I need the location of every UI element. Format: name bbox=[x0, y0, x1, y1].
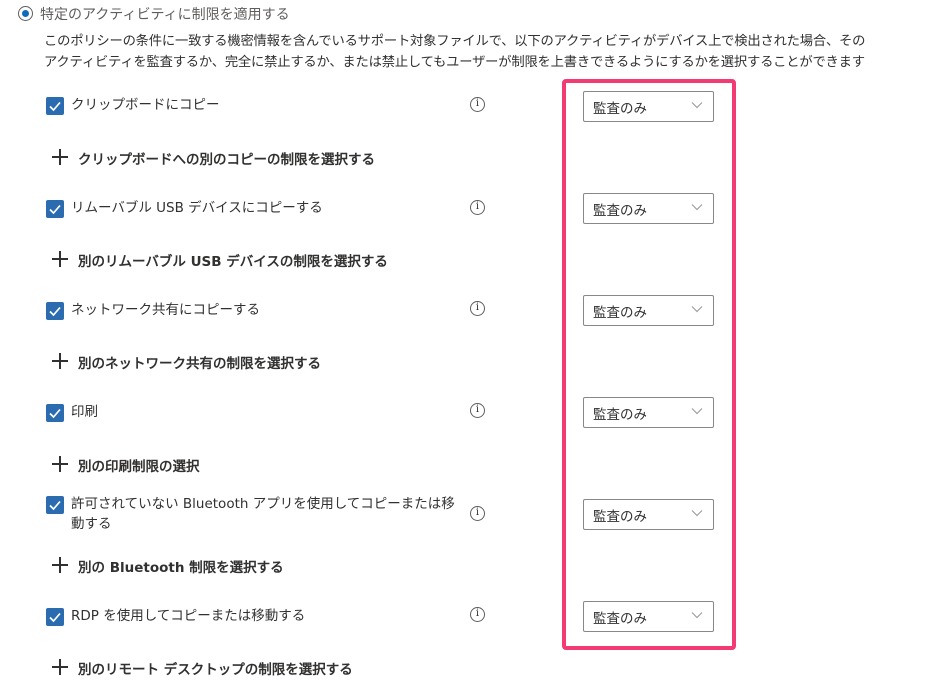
network-share-copy-label: ネットワーク共有にコピーする bbox=[71, 302, 260, 318]
info-icon[interactable]: i bbox=[470, 301, 485, 316]
info-icon[interactable]: i bbox=[470, 506, 485, 521]
check-icon bbox=[49, 306, 61, 317]
usb-copy-checkbox[interactable] bbox=[46, 200, 64, 218]
add-remote-desktop-restriction-button[interactable]: 別のリモート デスクトップの制限を選択する bbox=[51, 658, 371, 678]
add-bluetooth-restriction-button[interactable]: 別の Bluetooth 制限を選択する bbox=[51, 556, 301, 576]
bluetooth-copy-checkbox[interactable] bbox=[46, 496, 64, 514]
apply-restrictions-label: 特定のアクティビティに制限を適用する bbox=[40, 7, 290, 23]
add-restriction-label: 別のネットワーク共有の制限を選択する bbox=[78, 356, 321, 372]
check-icon bbox=[49, 204, 61, 215]
add-network-share-restriction-button[interactable]: 別のネットワーク共有の制限を選択する bbox=[51, 352, 351, 372]
add-print-restriction-button[interactable]: 別の印刷制限の選択 bbox=[51, 455, 231, 475]
description-line-1: このポリシーの条件に一致する機密情報を含んでいるサポート対象ファイルで、以下のア… bbox=[44, 34, 866, 49]
highlight-annotation-box bbox=[562, 79, 736, 650]
add-usb-restriction-button[interactable]: 別のリムーバブル USB デバイスの制限を選択する bbox=[51, 250, 391, 270]
info-icon[interactable]: i bbox=[470, 403, 485, 418]
bluetooth-copy-label-line-1: 許可されていない Bluetooth アプリを使用してコピーまたは移 bbox=[71, 496, 455, 512]
rdp-copy-label: RDP を使用してコピーまたは移動する bbox=[71, 608, 306, 624]
add-restriction-label: 別の印刷制限の選択 bbox=[78, 459, 200, 475]
network-share-copy-checkbox[interactable] bbox=[46, 302, 64, 320]
print-checkbox[interactable] bbox=[46, 404, 64, 422]
bluetooth-copy-label-line-2: 動する bbox=[71, 516, 112, 532]
info-icon[interactable]: i bbox=[470, 97, 485, 112]
info-icon[interactable]: i bbox=[470, 607, 485, 622]
plus-icon bbox=[51, 148, 69, 166]
check-icon bbox=[49, 101, 61, 112]
clipboard-copy-label: クリップボードにコピー bbox=[71, 97, 220, 113]
plus-icon bbox=[51, 352, 69, 370]
plus-icon bbox=[51, 658, 69, 676]
plus-icon bbox=[51, 250, 69, 268]
usb-copy-label: リムーバブル USB デバイスにコピーする bbox=[71, 200, 323, 216]
rdp-copy-checkbox[interactable] bbox=[46, 608, 64, 626]
add-restriction-label: 別の Bluetooth 制限を選択する bbox=[78, 560, 284, 576]
clipboard-copy-checkbox[interactable] bbox=[46, 97, 64, 115]
plus-icon bbox=[51, 455, 69, 473]
add-restriction-label: 別のリムーバブル USB デバイスの制限を選択する bbox=[78, 254, 388, 270]
check-icon bbox=[49, 408, 61, 419]
description-line-2: アクティビティを監査するか、完全に禁止するか、または禁止してもユーザーが制限を上… bbox=[44, 55, 865, 70]
check-icon bbox=[49, 612, 61, 623]
add-clipboard-restriction-button[interactable]: クリップボードへの別のコピーの制限を選択する bbox=[51, 148, 391, 168]
add-restriction-label: クリップボードへの別のコピーの制限を選択する bbox=[78, 152, 375, 168]
plus-icon bbox=[51, 556, 69, 574]
print-label: 印刷 bbox=[71, 404, 98, 420]
info-icon[interactable]: i bbox=[470, 200, 485, 215]
add-restriction-label: 別のリモート デスクトップの制限を選択する bbox=[78, 662, 353, 678]
check-icon bbox=[49, 500, 61, 511]
apply-restrictions-radio[interactable] bbox=[18, 6, 33, 21]
